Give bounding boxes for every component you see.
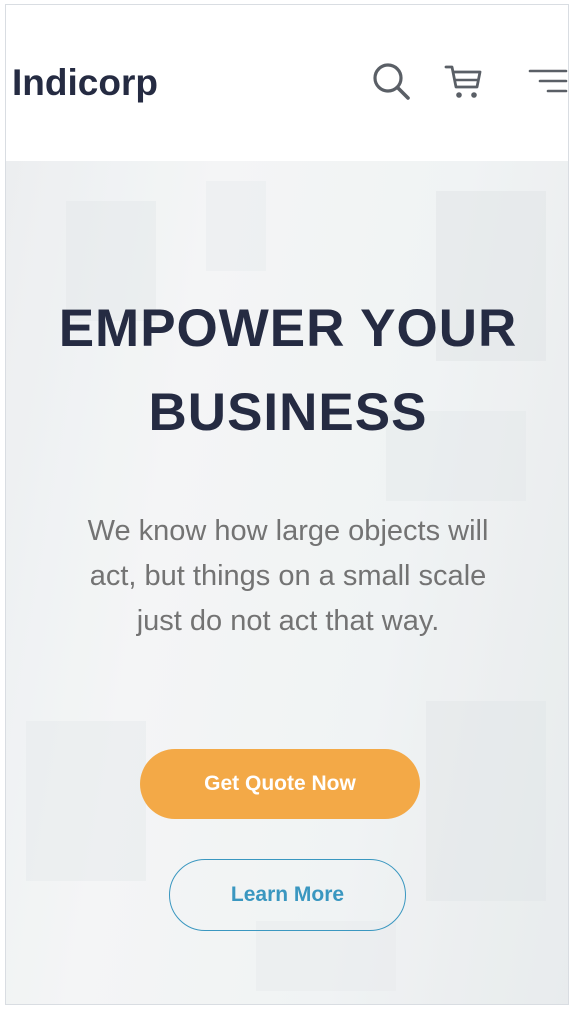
hero-title: EMPOWER YOUR BUSINESS: [6, 287, 568, 455]
hero-section: EMPOWER YOUR BUSINESS We know how large …: [6, 161, 568, 1004]
page-frame: Indicorp EMPOWER YOUR BUSINESS We know h…: [5, 4, 569, 1005]
search-icon[interactable]: [370, 61, 414, 105]
get-quote-button[interactable]: Get Quote Now: [140, 749, 420, 819]
menu-icon[interactable]: [526, 61, 568, 105]
cart-icon[interactable]: [443, 61, 487, 105]
hero-title-line-1: EMPOWER YOUR: [58, 299, 518, 358]
navbar: Indicorp: [6, 5, 568, 161]
hero-title-line-2: BUSINESS: [148, 383, 428, 442]
learn-more-button[interactable]: Learn More: [169, 859, 406, 931]
brand-logo[interactable]: Indicorp: [12, 60, 158, 106]
hero-description: We know how large objects will act, but …: [87, 515, 489, 637]
